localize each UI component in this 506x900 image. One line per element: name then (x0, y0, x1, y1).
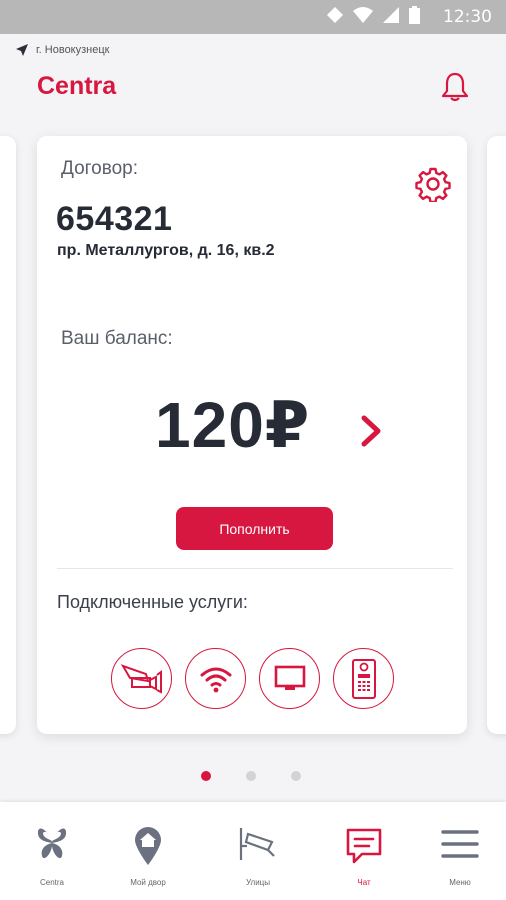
status-time: 12:30 (443, 7, 492, 27)
pagination-dots (201, 771, 301, 781)
butterfly-icon (37, 828, 67, 859)
nav-label-centra: Centra (39, 878, 64, 887)
service-internet[interactable] (185, 648, 246, 709)
bell-icon[interactable] (440, 71, 470, 103)
nav-label-chat: Чат (357, 878, 371, 887)
status-icons (327, 6, 420, 24)
contract-label: Договор: (61, 158, 139, 179)
brand-title: Centra (37, 72, 117, 100)
nav-item-my-yard[interactable]: Мой двор (108, 826, 188, 887)
signal-bars-icon (383, 7, 399, 23)
nav-item-streets[interactable]: Улицы (218, 826, 298, 887)
service-tv[interactable] (259, 648, 320, 709)
nav-item-centra[interactable]: Centra (12, 826, 92, 887)
cell-signal-icon (327, 7, 343, 23)
page-dot-2[interactable] (246, 771, 256, 781)
menu-icon (441, 830, 479, 858)
services-list (111, 648, 394, 709)
nav-label-menu: Меню (449, 878, 471, 887)
home-pin-icon (135, 827, 161, 865)
contract-card: Договор: 654321 пр. Металлургов, д. 16, … (37, 136, 467, 734)
street-camera-icon (239, 828, 275, 860)
service-intercom[interactable] (333, 648, 394, 709)
navigation-arrow-icon (16, 44, 28, 56)
services-label: Подключенные услуги: (57, 592, 248, 612)
divider (57, 568, 453, 569)
chevron-right-icon[interactable] (358, 414, 384, 448)
topup-button[interactable]: Пополнить (176, 507, 333, 550)
balance-label: Ваш баланс: (61, 328, 173, 349)
wifi-icon (200, 667, 231, 692)
status-bar: 12:30 (0, 0, 506, 34)
balance-amount: 120₽ (155, 389, 311, 461)
page-dot-1[interactable] (201, 771, 211, 781)
location-selector[interactable]: г. Новокузнецк (16, 44, 109, 56)
intercom-icon (351, 658, 376, 699)
camera-icon (120, 663, 162, 694)
location-label: г. Новокузнецк (36, 44, 110, 56)
chat-icon (346, 828, 382, 864)
wifi-status-icon (353, 7, 373, 23)
battery-icon (409, 6, 420, 24)
tv-icon (274, 665, 305, 690)
bottom-nav: Centra Мой двор Улицы Чат Меню (0, 802, 506, 900)
nav-label-my-yard: Мой двор (130, 878, 166, 887)
previous-card[interactable] (0, 136, 16, 734)
next-card[interactable] (487, 136, 506, 734)
gear-icon[interactable] (415, 166, 451, 202)
address: пр. Металлургов, д. 16, кв.2 (57, 242, 275, 259)
nav-item-menu[interactable]: Меню (420, 826, 500, 887)
nav-label-streets: Улицы (245, 878, 270, 887)
service-camera[interactable] (111, 648, 172, 709)
contract-number: 654321 (56, 200, 173, 238)
page-dot-3[interactable] (291, 771, 301, 781)
nav-item-chat[interactable]: Чат (324, 826, 404, 887)
